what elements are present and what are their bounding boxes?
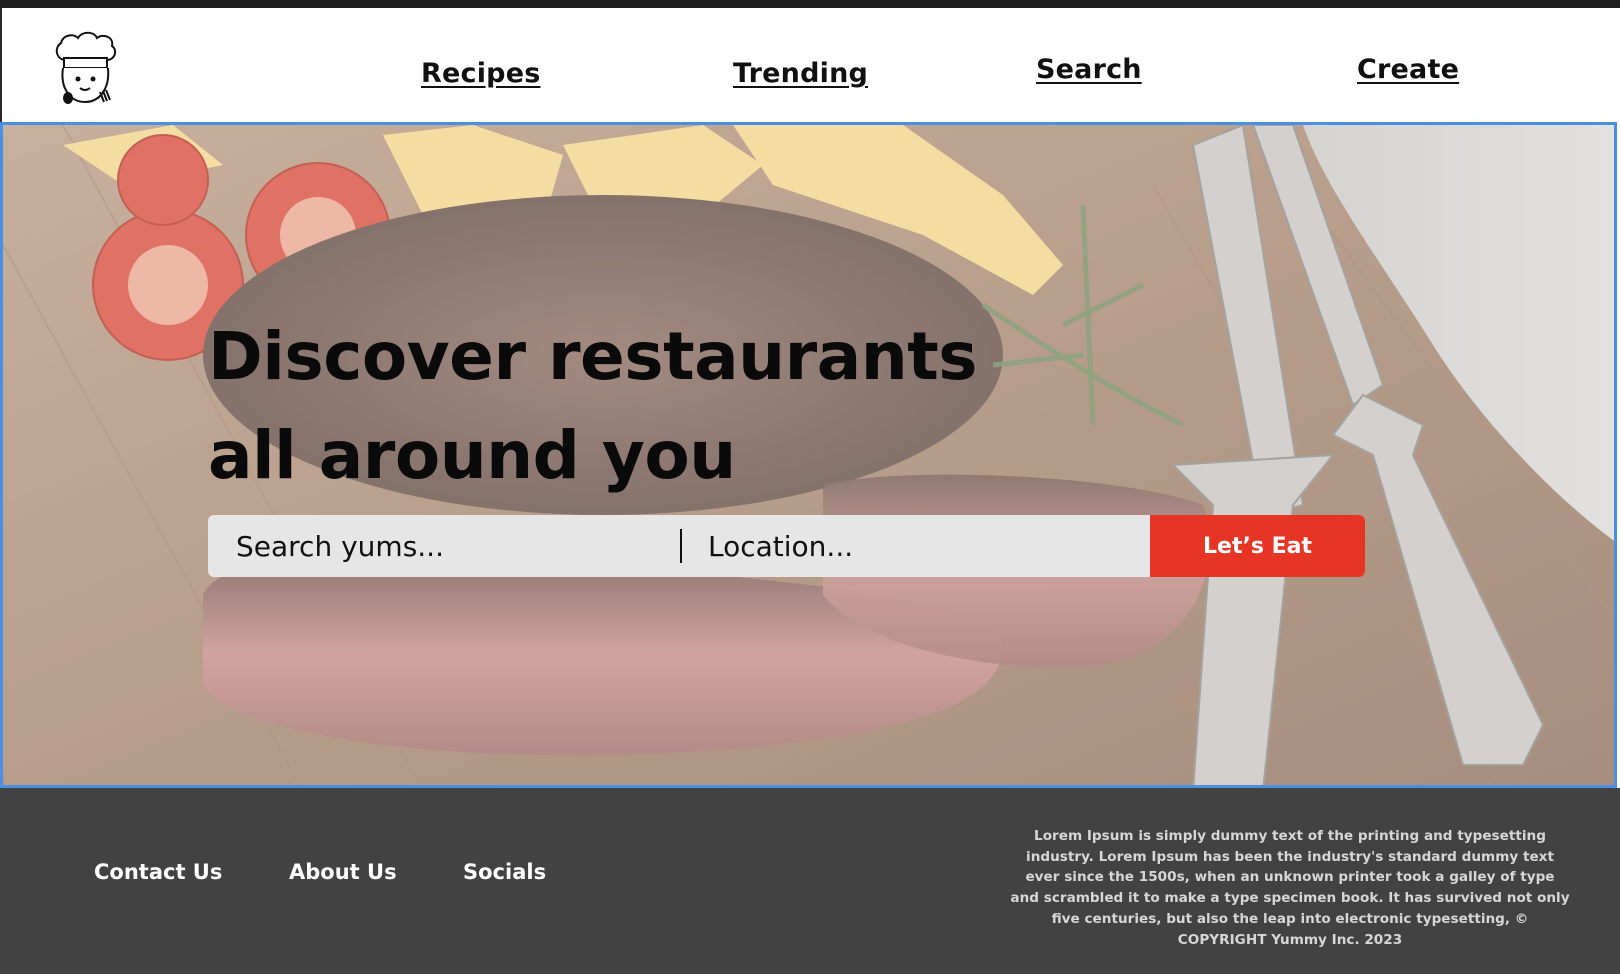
nav-recipes[interactable]: Recipes (421, 58, 540, 89)
nav-search[interactable]: Search (1036, 54, 1142, 85)
nav-create[interactable]: Create (1357, 54, 1459, 85)
hero-title-line-1: Discover restaurants (208, 318, 978, 395)
search-bar: Let’s Eat (208, 515, 1365, 577)
site-footer: Contact Us About Us Socials Lorem Ipsum … (0, 788, 1620, 974)
hero-title: Discover restaurants all around you (208, 307, 978, 505)
search-divider (680, 529, 682, 563)
window-top-bar (0, 0, 1620, 8)
hero-title-line-2: all around you (208, 417, 736, 494)
location-input[interactable] (708, 515, 1128, 577)
footer-link-contact[interactable]: Contact Us (94, 860, 222, 884)
footer-link-about[interactable]: About Us (289, 860, 397, 884)
search-input[interactable] (236, 515, 656, 577)
footer-copyright-text: Lorem Ipsum is simply dummy text of the … (1010, 828, 1570, 948)
chef-hat-icon[interactable] (52, 30, 118, 110)
lets-eat-button[interactable]: Let’s Eat (1150, 515, 1365, 577)
nav-trending[interactable]: Trending (733, 58, 868, 89)
site-header: Recipes Trending Search Create (0, 8, 1620, 122)
footer-link-socials[interactable]: Socials (463, 860, 546, 884)
hero-section: Discover restaurants all around you Let’… (0, 122, 1617, 788)
